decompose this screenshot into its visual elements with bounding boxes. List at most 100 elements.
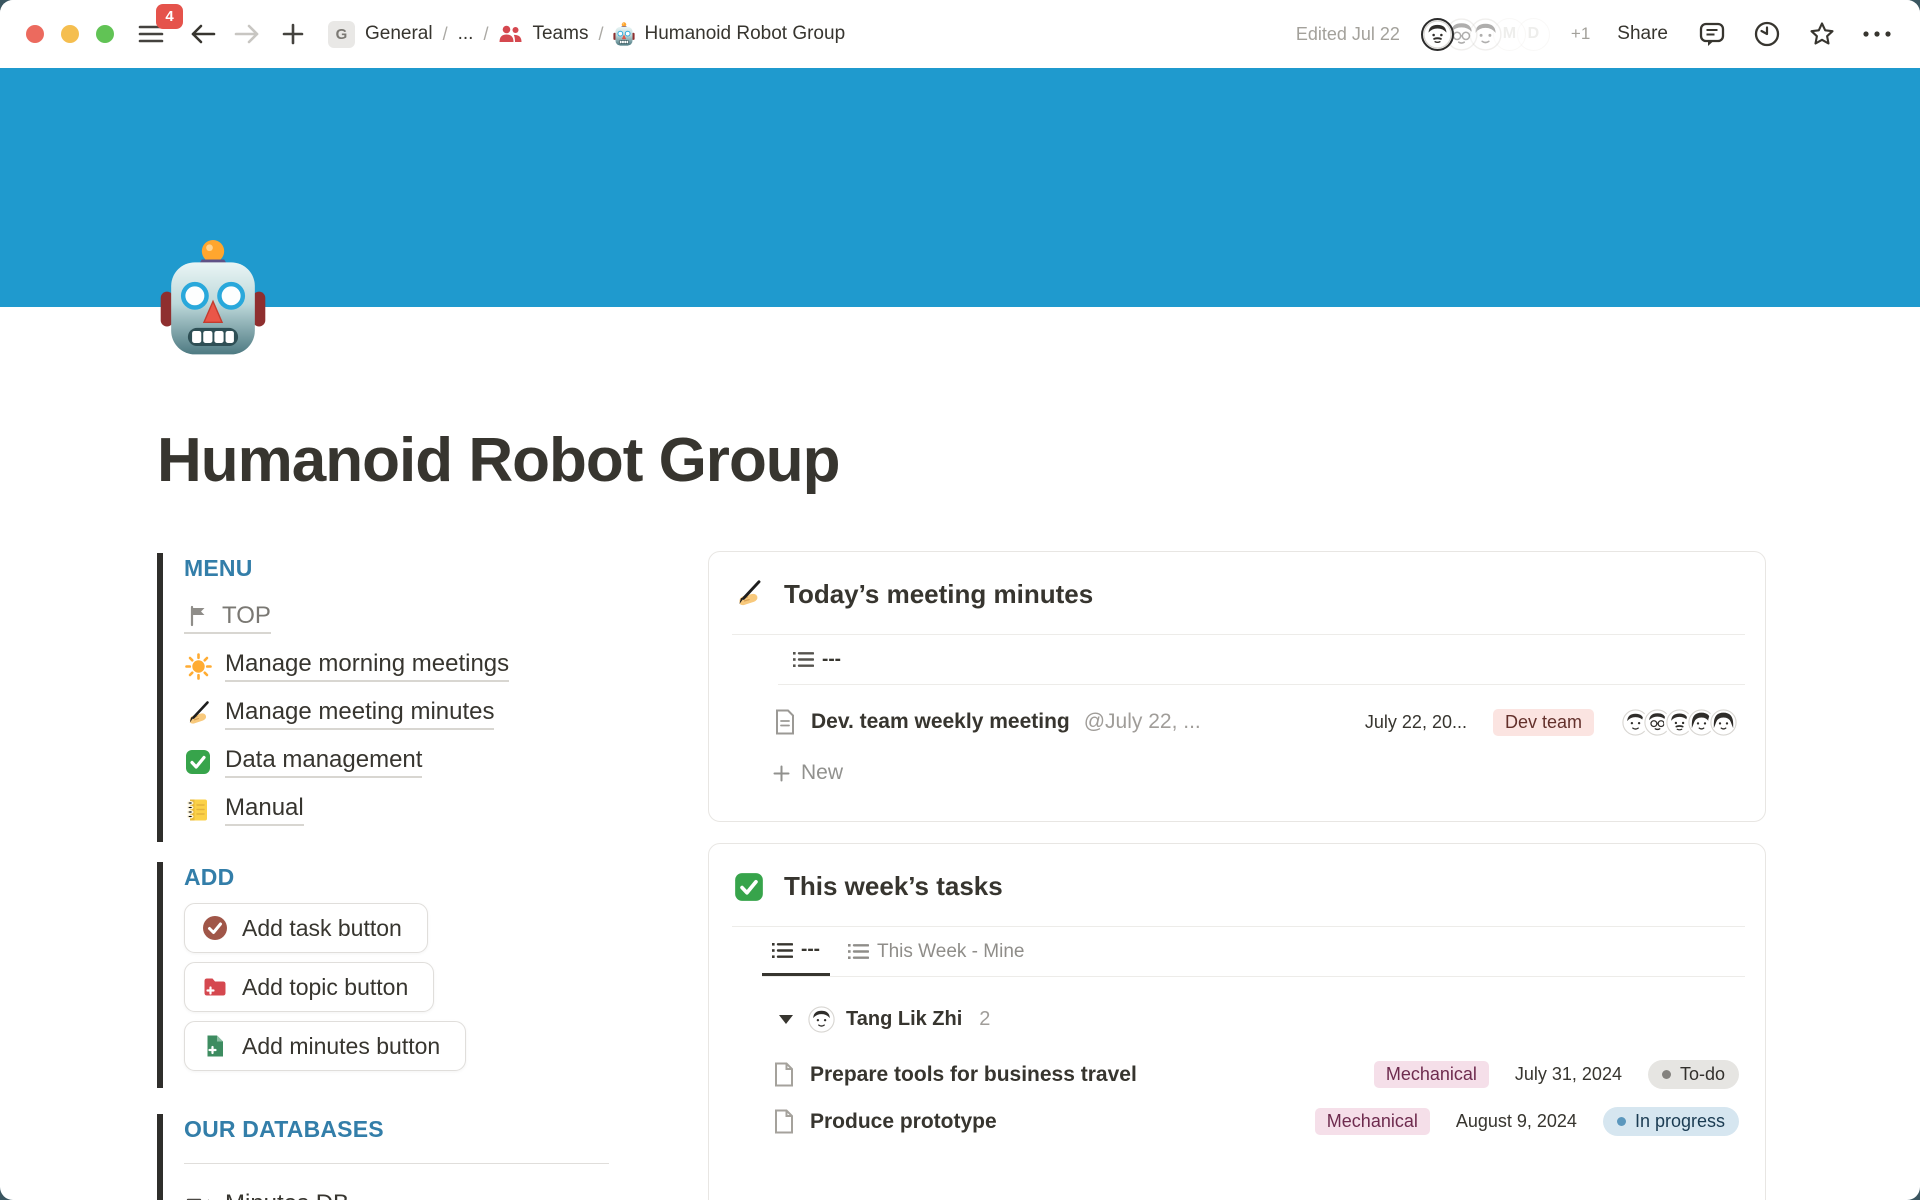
- card-title: This week’s tasks: [784, 871, 1003, 902]
- list-view-icon: [793, 650, 814, 669]
- add-topic-button[interactable]: Add topic button: [184, 962, 434, 1012]
- forward-button[interactable]: [230, 17, 264, 51]
- view-tabs: ---: [778, 635, 1745, 685]
- task-properties: Mechanical August 9, 2024 In progress: [1315, 1107, 1745, 1136]
- task-rows: Prepare tools for business travel Mechan…: [709, 1037, 1765, 1145]
- close-window-button[interactable]: [26, 25, 44, 43]
- team-tag: Dev team: [1493, 709, 1594, 736]
- menu-item-manual[interactable]: Manual: [184, 786, 623, 834]
- task-date: July 31, 2024: [1515, 1064, 1622, 1085]
- fullscreen-window-button[interactable]: [96, 25, 114, 43]
- task-date: August 9, 2024: [1456, 1111, 1577, 1132]
- folder-plus-icon: [202, 974, 228, 1000]
- view-tab[interactable]: ---: [778, 649, 841, 671]
- menu-item-meeting-minutes[interactable]: Manage meeting minutes: [184, 690, 623, 738]
- page-body: MENU TOP: [157, 545, 1766, 1200]
- list-view-icon: [772, 941, 793, 960]
- minutes-row-date-mention: @July 22, ...: [1084, 710, 1201, 734]
- plus-icon: [282, 23, 304, 45]
- page-cover[interactable]: [0, 68, 1920, 307]
- group-name: Tang Lik Zhi: [846, 1008, 962, 1031]
- breadcrumb-page[interactable]: Humanoid Robot Group: [613, 22, 845, 47]
- comments-button[interactable]: [1695, 17, 1729, 51]
- category-tag: Mechanical: [1315, 1108, 1430, 1135]
- share-button[interactable]: Share: [1611, 22, 1674, 46]
- add-topic-label: Add topic button: [242, 974, 408, 1001]
- task-row[interactable]: Produce prototype Mechanical August 9, 2…: [773, 1098, 1745, 1145]
- more-collaborators-count[interactable]: +1: [1571, 24, 1590, 44]
- menu-item-label: TOP: [222, 602, 271, 630]
- document-icon: [773, 709, 797, 735]
- menu-item-label: Data management: [225, 746, 422, 779]
- minutes-row-date: July 22, 20...: [1365, 712, 1467, 733]
- divider: [184, 1163, 609, 1164]
- meeting-minutes-card: Today’s meeting minutes ---: [708, 551, 1766, 822]
- add-task-button[interactable]: Add task button: [184, 903, 428, 953]
- collapse-triangle-icon[interactable]: [779, 1015, 793, 1024]
- menu-item-top[interactable]: TOP: [184, 594, 623, 642]
- status-label: To-do: [1680, 1064, 1725, 1085]
- history-button[interactable]: [1750, 17, 1784, 51]
- status-label: In progress: [1635, 1111, 1725, 1132]
- clock-icon: [1753, 20, 1781, 48]
- category-tag: Mechanical: [1374, 1061, 1489, 1088]
- page-plus-icon: [202, 1033, 228, 1059]
- view-tab-label: ---: [801, 939, 820, 961]
- last-edited-label: Edited Jul 22: [1296, 24, 1400, 45]
- ledger-icon: [184, 797, 212, 823]
- presence-avatars: M D: [1421, 18, 1550, 51]
- writing-hand-icon: [733, 579, 764, 610]
- task-title: Produce prototype: [810, 1110, 997, 1134]
- favorite-button[interactable]: [1805, 17, 1839, 51]
- new-row-button[interactable]: New: [773, 751, 1745, 795]
- minimize-window-button[interactable]: [61, 25, 79, 43]
- writing-hand-icon: [184, 700, 212, 728]
- view-tab-label: ---: [822, 649, 841, 671]
- arrow-left-icon: [189, 22, 217, 46]
- breadcrumb-teams-label: Teams: [532, 23, 588, 45]
- app-window: 4 G General: [0, 0, 1920, 1200]
- workspace-icon[interactable]: G: [328, 21, 355, 48]
- task-row[interactable]: Prepare tools for business travel Mechan…: [773, 1051, 1745, 1098]
- titlebar-actions: Edited Jul 22 M D +1 Share: [1296, 17, 1894, 51]
- add-minutes-button[interactable]: Add minutes button: [184, 1021, 466, 1071]
- ellipsis-icon: [1862, 30, 1892, 38]
- weekly-tasks-card: This week’s tasks ---: [708, 843, 1766, 1200]
- list-view-icon: [848, 942, 869, 961]
- menu-item-label: Manage morning meetings: [225, 650, 509, 683]
- view-tabs: --- This Week - Mine: [762, 927, 1745, 977]
- breadcrumb-teams[interactable]: Teams: [498, 23, 588, 45]
- database-item-minutes-db[interactable]: Minutes DB: [184, 1182, 623, 1200]
- status-badge: In progress: [1603, 1107, 1739, 1136]
- minutes-rows: Dev. team weekly meeting @July 22, ... J…: [709, 685, 1765, 795]
- minutes-row-title: Dev. team weekly meeting: [811, 710, 1070, 734]
- page-menu-button[interactable]: [1860, 17, 1894, 51]
- menu-item-label: Manage meeting minutes: [225, 698, 494, 731]
- teams-people-icon: [498, 23, 523, 45]
- page-icon: [773, 1109, 795, 1134]
- view-tab-active[interactable]: ---: [762, 927, 830, 976]
- new-tab-button[interactable]: [276, 17, 310, 51]
- breadcrumb-root[interactable]: General: [365, 23, 433, 45]
- breadcrumb-separator: /: [598, 24, 603, 45]
- task-title: Prepare tools for business travel: [810, 1063, 1137, 1087]
- view-tab-label: This Week - Mine: [877, 941, 1024, 963]
- menu-item-data-management[interactable]: Data management: [184, 738, 623, 786]
- view-tab-this-week-mine[interactable]: This Week - Mine: [838, 927, 1034, 976]
- database-item-label: Minutes DB: [225, 1190, 349, 1200]
- avatar[interactable]: [1421, 18, 1454, 51]
- breadcrumb-collapsed[interactable]: ...: [458, 23, 474, 45]
- green-check-icon: [733, 872, 764, 902]
- notification-badge: 4: [156, 4, 183, 29]
- back-button[interactable]: [186, 17, 220, 51]
- sidebar-toggle-button[interactable]: 4: [134, 17, 168, 51]
- group-header[interactable]: Tang Lik Zhi 2: [779, 1001, 1745, 1037]
- task-properties: Mechanical July 31, 2024 To-do: [1374, 1060, 1745, 1089]
- avatar: [1708, 707, 1739, 738]
- databases-block: OUR DATABASES Minutes DB: [157, 1114, 623, 1200]
- arrow-right-icon: [233, 22, 261, 46]
- window-controls: [26, 25, 114, 43]
- menu-item-morning-meetings[interactable]: Manage morning meetings: [184, 642, 623, 690]
- minutes-row[interactable]: Dev. team weekly meeting @July 22, ... J…: [773, 697, 1745, 747]
- page-icon-robot[interactable]: [160, 238, 266, 362]
